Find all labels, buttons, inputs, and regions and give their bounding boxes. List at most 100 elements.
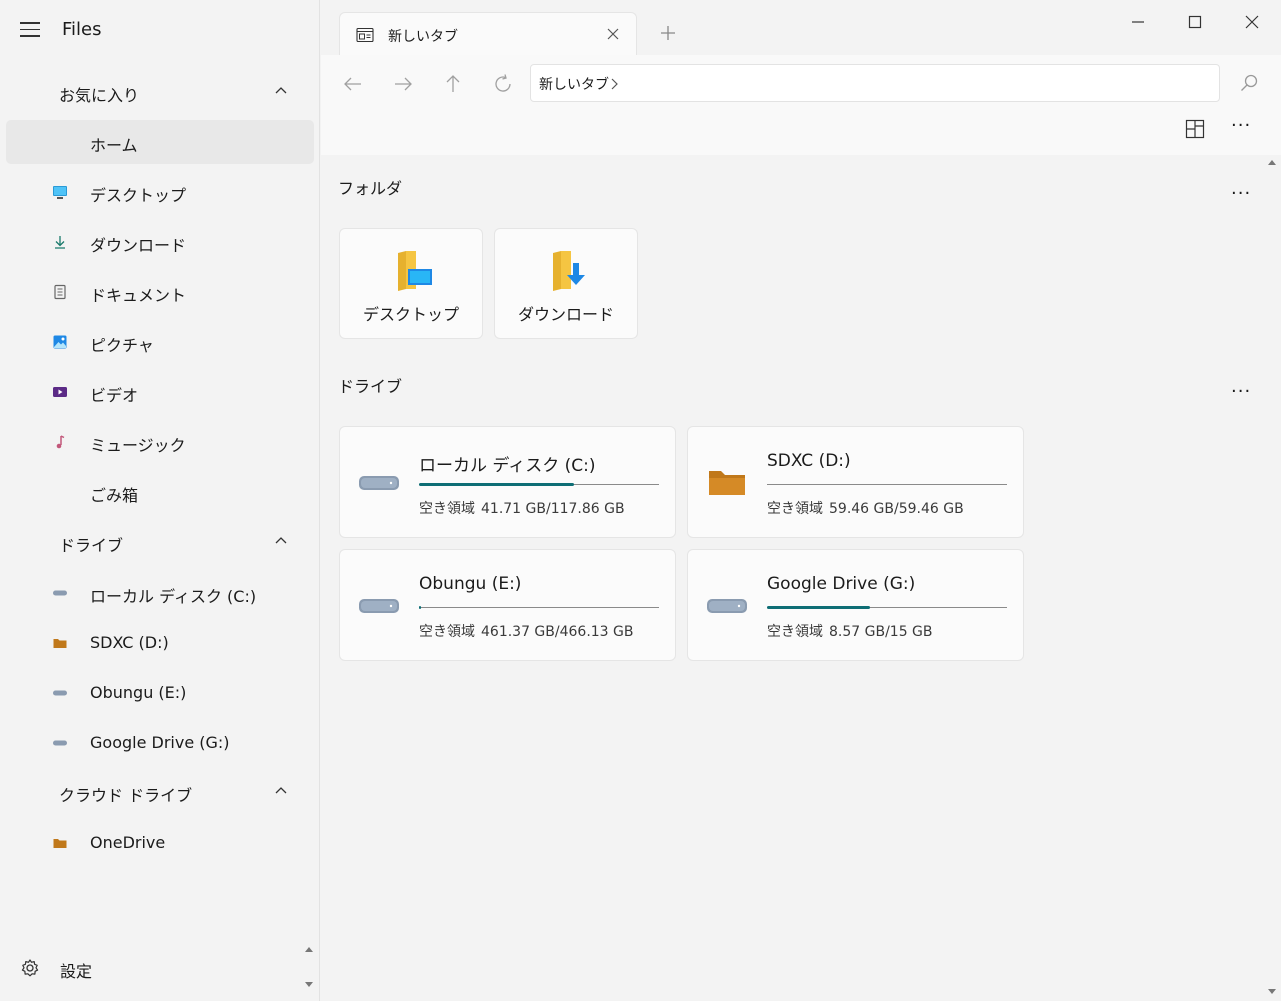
drive-icon — [53, 590, 67, 596]
sidebar-item-drive-c[interactable]: ローカル ディスク (C:) — [6, 571, 314, 615]
desktop-icon — [53, 186, 67, 199]
desktop-folder-icon — [398, 251, 432, 291]
folder-drive-icon — [53, 639, 67, 648]
sidebar-item-label: ドキュメント — [90, 286, 187, 305]
section-label: クラウド ドライブ — [59, 786, 193, 805]
section-label: ドライブ — [59, 536, 124, 555]
sidebar: Files お気に入り ホーム デスクトップ ダウンロード ドキュメント ピクチ… — [0, 0, 320, 1001]
minimize-button[interactable] — [1126, 10, 1150, 34]
app-header: Files — [0, 0, 320, 60]
downloads-folder-icon — [553, 251, 585, 291]
pictures-icon — [53, 335, 67, 349]
sidebar-item-pictures[interactable]: ピクチャ — [6, 320, 314, 364]
cloud-drives-section-header[interactable]: クラウド ドライブ — [0, 770, 320, 814]
folders-section-title: フォルダ — [338, 179, 403, 198]
drive-free-space: 空き領域 8.57 GB/15 GB — [767, 624, 933, 640]
drive-card-g[interactable]: Google Drive (G:) 空き領域 8.57 GB/15 GB — [687, 549, 1024, 661]
drive-icon — [53, 740, 67, 746]
folder-drive-icon — [53, 839, 67, 848]
up-button[interactable] — [441, 72, 465, 96]
sidebar-item-label: Obungu (E:) — [90, 683, 187, 702]
drive-name: Obungu (E:) — [419, 574, 522, 594]
document-icon — [54, 284, 66, 300]
folder-card-label: ダウンロード — [517, 305, 614, 324]
chevron-up-icon — [275, 537, 287, 544]
music-icon — [56, 435, 65, 449]
tab-page-icon — [356, 27, 374, 43]
sidebar-item-recycle-bin[interactable]: ごみ箱 — [6, 470, 314, 514]
more-options-button[interactable]: ··· — [1231, 117, 1253, 139]
sidebar-item-label: ダウンロード — [90, 236, 187, 255]
content-scrollbar[interactable] — [1265, 157, 1279, 997]
drive-icon — [359, 599, 399, 613]
main-pane: 新しいタブ 新しいタブ ··· フォルダ ··· デスクトップ ダウンロード ド… — [321, 0, 1281, 1001]
drive-card-e[interactable]: Obungu (E:) 空き領域 461.37 GB/466.13 GB — [339, 549, 676, 661]
drive-free-space: 空き領域 59.46 GB/59.46 GB — [767, 501, 964, 517]
forward-button[interactable] — [391, 72, 415, 96]
content-area: フォルダ ··· デスクトップ ダウンロード ドライブ ··· ローカル ディス… — [321, 155, 1281, 1001]
drive-name: Google Drive (G:) — [767, 574, 916, 594]
folder-card-desktop[interactable]: デスクトップ — [339, 228, 483, 339]
sidebar-item-label: ミュージック — [90, 436, 186, 455]
chevron-up-icon — [275, 87, 287, 94]
address-bar[interactable]: 新しいタブ — [530, 64, 1220, 102]
drive-free-space: 空き領域 461.37 GB/466.13 GB — [419, 624, 634, 640]
sidebar-item-documents[interactable]: ドキュメント — [6, 270, 314, 314]
sidebar-item-label: ホーム — [90, 136, 138, 155]
folder-card-downloads[interactable]: ダウンロード — [494, 228, 638, 339]
search-button[interactable] — [1239, 73, 1259, 93]
gear-icon — [21, 959, 39, 977]
drive-icon — [53, 690, 67, 696]
close-tab-icon[interactable] — [606, 27, 620, 41]
drive-icon — [359, 476, 399, 490]
sidebar-item-label: デスクトップ — [90, 186, 187, 205]
folder-card-label: デスクトップ — [362, 305, 459, 324]
sidebar-item-home[interactable]: ホーム — [6, 120, 314, 164]
sidebar-item-music[interactable]: ミュージック — [6, 420, 314, 464]
drive-name: ローカル ディスク (C:) — [419, 456, 596, 476]
drives-section-title: ドライブ — [338, 377, 403, 396]
sidebar-item-onedrive[interactable]: OneDrive — [6, 821, 314, 865]
new-tab-button[interactable] — [659, 24, 677, 42]
sidebar-scrollbar[interactable] — [302, 944, 316, 990]
section-label: お気に入り — [59, 86, 140, 105]
drives-section-header[interactable]: ドライブ — [0, 520, 320, 564]
hamburger-menu-button[interactable] — [20, 22, 40, 38]
sidebar-item-drive-g[interactable]: Google Drive (G:) — [6, 721, 314, 765]
drive-card-c[interactable]: ローカル ディスク (C:) 空き領域 41.71 GB/117.86 GB — [339, 426, 676, 538]
drive-usage-bar — [767, 483, 1007, 486]
tab-new-tab[interactable]: 新しいタブ — [339, 12, 637, 55]
sidebar-item-label: ローカル ディスク (C:) — [90, 587, 257, 606]
settings-button[interactable]: 設定 — [0, 946, 300, 990]
breadcrumb-item[interactable]: 新しいタブ — [539, 74, 609, 94]
chevron-up-icon — [275, 787, 287, 794]
maximize-button[interactable] — [1183, 10, 1207, 34]
drives-more-button[interactable]: ··· — [1231, 381, 1251, 402]
drive-card-d[interactable]: SDXC (D:) 空き領域 59.46 GB/59.46 GB — [687, 426, 1024, 538]
drive-usage-bar — [767, 606, 1007, 609]
sidebar-item-drive-e[interactable]: Obungu (E:) — [6, 671, 314, 715]
layout-mode-button[interactable] — [1185, 119, 1205, 139]
sidebar-item-drive-d[interactable]: SDXC (D:) — [6, 621, 314, 665]
favorites-section-header[interactable]: お気に入り — [0, 70, 320, 114]
sidebar-item-label: Google Drive (G:) — [90, 733, 230, 752]
sidebar-item-label: ピクチャ — [90, 336, 154, 355]
folders-more-button[interactable]: ··· — [1231, 183, 1251, 204]
close-window-button[interactable] — [1240, 10, 1264, 34]
sidebar-item-label: SDXC (D:) — [90, 633, 169, 652]
download-icon — [55, 236, 65, 249]
sidebar-item-downloads[interactable]: ダウンロード — [6, 220, 314, 264]
chevron-right-icon[interactable] — [609, 77, 619, 91]
drive-usage-bar — [419, 483, 659, 486]
sidebar-item-videos[interactable]: ビデオ — [6, 370, 314, 414]
drive-icon — [707, 599, 747, 613]
toolbar: 新しいタブ ··· — [321, 55, 1281, 155]
folder-drive-icon — [709, 471, 745, 495]
videos-icon — [53, 387, 67, 397]
drive-usage-bar — [419, 606, 659, 609]
tab-label: 新しいタブ — [388, 29, 458, 45]
app-title: Files — [62, 19, 102, 40]
back-button[interactable] — [341, 72, 365, 96]
sidebar-item-desktop[interactable]: デスクトップ — [6, 170, 314, 214]
refresh-button[interactable] — [491, 72, 515, 96]
